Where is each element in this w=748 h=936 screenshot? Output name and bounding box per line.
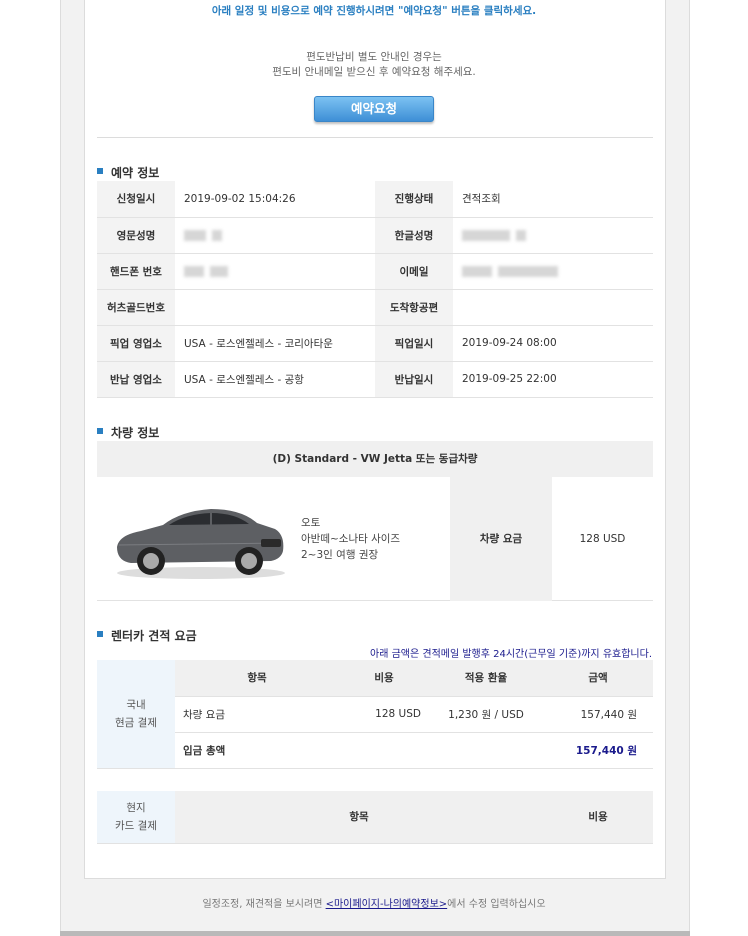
- header-cost: 비용: [339, 660, 429, 697]
- vehicle-title: 차량 정보: [97, 424, 159, 441]
- header-item: 항목: [175, 660, 339, 697]
- redaction-blur: [212, 229, 222, 241]
- reservation-table: 신청일시 2019-09-02 15:04:26 진행상태 견적조회 영문성명 한글성명 핸…: [97, 181, 653, 398]
- row-amount: 157,440 원: [543, 696, 653, 733]
- vehicle-desc: 오토 아반떼~소나타 사이즈 2~3인 여행 권장: [301, 515, 400, 563]
- total-amount: 157,440 원: [543, 732, 653, 769]
- info-label: 한글성명: [375, 217, 453, 254]
- info-label: 도착항공편: [375, 289, 453, 326]
- vehicle-desc-2: 아반떼~소나타 사이즈: [301, 533, 401, 545]
- header-rate: 적용 환율: [429, 660, 543, 697]
- row-cost: 128 USD: [339, 696, 429, 733]
- redaction-blur: [462, 229, 510, 241]
- vehicle-desc-3: 2~3인 여행 권장: [301, 549, 379, 561]
- quote-title: 렌터카 견적 요금: [97, 627, 197, 644]
- local-header-item: 항목: [175, 791, 543, 844]
- table-row: 반납 영업소 USA - 로스엔젤레스 - 공항 반납일시 2019-09-25 22…: [97, 361, 653, 398]
- table-row: 허츠골드번호 도착항공편: [97, 289, 653, 326]
- redaction-blur: [516, 229, 526, 241]
- info-value: [453, 289, 653, 326]
- local-label: 현지카드 결제: [97, 791, 175, 844]
- redaction-blur: [184, 229, 206, 241]
- info-value: USA - 로스엔젤레스 - 코리아타운: [175, 325, 375, 362]
- validity-note: 아래 금액은 견적메일 발행후 24시간(근무일 기준)까지 유효합니다.: [370, 649, 652, 660]
- info-value: 2019-09-25 22:00: [453, 361, 653, 398]
- domestic-label-2: 현금 결제: [115, 716, 157, 729]
- domestic-label: 국내현금 결제: [97, 660, 175, 769]
- info-label: 핸드폰 번호: [97, 253, 175, 290]
- row-item: 차량 요금: [175, 696, 339, 733]
- local-label-1: 현지: [126, 801, 146, 814]
- info-label: 반납 영업소: [97, 361, 175, 398]
- total-row: 입금 총액 157,440 원: [97, 732, 653, 769]
- table-row: 영문성명 한글성명: [97, 217, 653, 254]
- bullet-icon: [97, 428, 103, 434]
- redaction-blur: [184, 265, 204, 277]
- redaction-blur: [498, 265, 558, 277]
- bottom-bar: [60, 931, 690, 936]
- footer-note: 일정조정, 재견적을 보시려면 <마이페이지-나의예약정보>에서 수정 입력하십…: [0, 895, 748, 910]
- info-value: USA - 로스엔젤레스 - 공항: [175, 361, 375, 398]
- vehicle-name: (D) Standard - VW Jetta 또는 동급차량: [97, 441, 653, 477]
- vehicle-fee-value: 128 USD: [579, 533, 626, 545]
- reservation-title: 예약 정보: [97, 164, 159, 181]
- redacted-value: [175, 217, 375, 254]
- redaction-blur: [210, 265, 228, 277]
- reservation-title-text: 예약 정보: [111, 166, 160, 180]
- car-image: [117, 509, 285, 579]
- local-label-2: 카드 결제: [115, 819, 157, 832]
- notice-sub-2: 편도비 안내메일 받으신 후 예약요청 해주세요.: [272, 66, 476, 78]
- info-value: [175, 289, 375, 326]
- info-label: 신청일시: [97, 181, 175, 218]
- mypage-link[interactable]: <마이페이지-나의예약정보>: [326, 899, 448, 910]
- info-value: 2019-09-24 08:00: [453, 325, 653, 362]
- vehicle-row: 오토 아반떼~소나타 사이즈 2~3인 여행 권장 차량 요금 128 USD: [97, 477, 653, 601]
- redacted-value: [453, 253, 653, 290]
- info-value: 2019-09-02 15:04:26: [175, 181, 375, 218]
- quote-table: 국내현금 결제 항목 비용 적용 환율 금액 차량 요금 128 USD 1,2…: [97, 660, 653, 769]
- footer-text-before: 일정조정, 재견적을 보시려면: [202, 899, 326, 910]
- domestic-label-1: 국내: [126, 698, 146, 711]
- info-label: 허츠골드번호: [97, 289, 175, 326]
- info-label: 반납일시: [375, 361, 453, 398]
- local-payment-table: 현지카드 결제 항목 비용: [97, 791, 653, 844]
- quote-title-text: 렌터카 견적 요금: [111, 629, 197, 643]
- vehicle-desc-1: 오토: [301, 517, 321, 529]
- vehicle-title-text: 차량 정보: [111, 426, 160, 440]
- redacted-value: [453, 217, 653, 254]
- reserve-button[interactable]: 예약요청: [314, 96, 434, 122]
- info-label: 영문성명: [97, 217, 175, 254]
- footer-text-after: 에서 수정 입력하십시오: [447, 899, 546, 910]
- divider: [97, 137, 653, 138]
- redacted-value: [175, 253, 375, 290]
- redaction-blur: [462, 265, 492, 277]
- table-row: 신청일시 2019-09-02 15:04:26 진행상태 견적조회: [97, 181, 653, 218]
- table-row: 픽업 영업소 USA - 로스엔젤레스 - 코리아타운 픽업일시 2019-09-24…: [97, 325, 653, 362]
- info-label: 픽업 영업소: [97, 325, 175, 362]
- total-label: 입금 총액: [175, 732, 339, 769]
- row-rate: 1,230 원 / USD: [429, 696, 543, 733]
- notice-top: 아래 일정 및 비용으로 예약 진행하시려면 "예약요청" 버튼을 클릭하세요.: [211, 5, 537, 17]
- bullet-icon: [97, 168, 103, 174]
- header-amount: 금액: [543, 660, 653, 697]
- bullet-icon: [97, 631, 103, 637]
- vehicle-fee-label: 차량 요금: [450, 477, 552, 601]
- local-header-cost: 비용: [543, 791, 653, 844]
- table-row: 핸드폰 번호 이메일: [97, 253, 653, 290]
- info-value: 견적조회: [453, 181, 653, 218]
- info-label: 진행상태: [375, 181, 453, 218]
- table-row: 차량 요금 128 USD 1,230 원 / USD 157,440 원: [97, 696, 653, 733]
- info-label: 이메일: [375, 253, 453, 290]
- info-label: 픽업일시: [375, 325, 453, 362]
- notice-sub-1: 편도반납비 별도 안내인 경우는: [306, 51, 442, 63]
